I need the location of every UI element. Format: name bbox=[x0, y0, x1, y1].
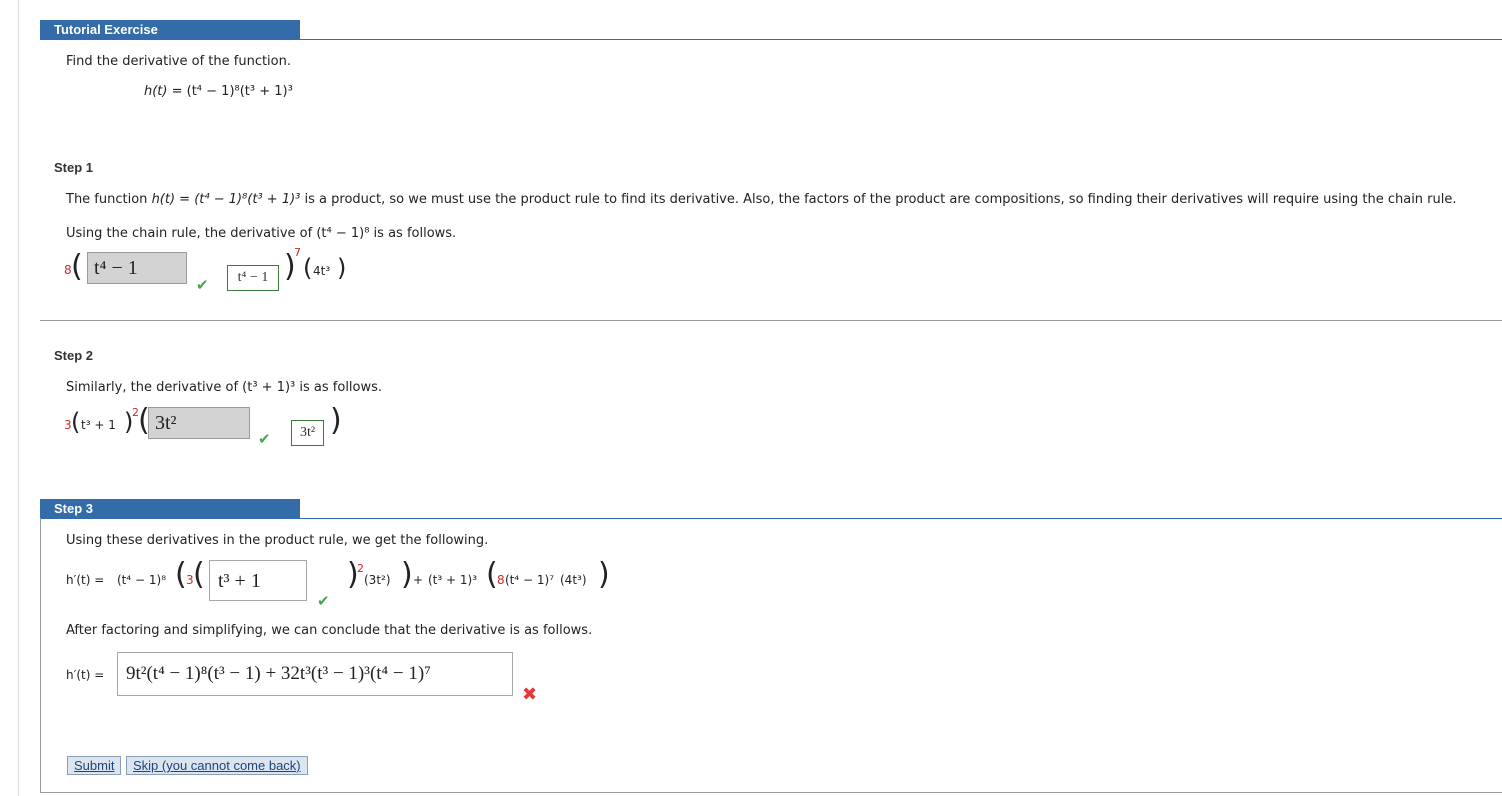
checkmark-icon: ✔ bbox=[258, 430, 271, 448]
step3-final-lhs: h′(t) = bbox=[66, 668, 105, 682]
step2-text-a: Similarly, the derivative of bbox=[66, 380, 243, 395]
step1-chain-text-b: is as follows. bbox=[369, 226, 457, 241]
step3-part-e: (4t³) bbox=[560, 573, 587, 587]
step1-description: The function h(t) = (t⁴ − 1)⁸(t³ + 1)³ i… bbox=[66, 192, 1457, 207]
step1-function: h(t) = (t⁴ − 1)⁸(t³ + 1)³ bbox=[151, 192, 301, 207]
function-lhs: h(t) = bbox=[144, 84, 187, 99]
step3-label: Step 3 bbox=[40, 499, 300, 519]
step3-exp2: 2 bbox=[357, 562, 364, 575]
step2-label: Step 2 bbox=[54, 348, 94, 363]
step1-chain-sentence: Using the chain rule, the derivative of … bbox=[66, 226, 456, 241]
step1-chain-expr: (t⁴ − 1)⁸ bbox=[316, 226, 370, 241]
submit-button[interactable]: Submit bbox=[67, 756, 122, 775]
step1-exponent: 7 bbox=[294, 246, 301, 259]
final-answer-input[interactable]: 9t²(t⁴ − 1)⁸(t³ − 1) + 32t³(t³ − 1)³(t⁴ … bbox=[117, 652, 513, 696]
step2-inner-open: ( bbox=[71, 408, 81, 436]
step1-separator bbox=[40, 320, 1502, 321]
step3-part-c: (t³ + 1)³ bbox=[428, 573, 478, 587]
step1-tail: 4t³ bbox=[313, 264, 331, 278]
step3-part-a: (t⁴ − 1)⁸ bbox=[117, 573, 167, 587]
step3-second-open: ( bbox=[486, 557, 498, 592]
step3-conclusion: After factoring and simplifying, we can … bbox=[66, 623, 593, 638]
step2-answer-input[interactable]: 3t² bbox=[148, 407, 250, 439]
step2-expr: (t³ + 1)³ bbox=[242, 380, 296, 395]
step2-close-paren: ) bbox=[330, 403, 342, 438]
step1-tail-close: ) bbox=[337, 254, 347, 282]
checkmark-icon: ✔ bbox=[196, 276, 209, 294]
step1-text-a: The function bbox=[66, 192, 152, 207]
step2-inner: t³ + 1 bbox=[81, 418, 116, 432]
step1-correct-answer: t⁴ − 1 bbox=[227, 265, 279, 291]
step3-plus: + bbox=[413, 573, 424, 587]
step1-answer-input[interactable]: t⁴ − 1 bbox=[87, 252, 187, 284]
tutorial-exercise-header: Tutorial Exercise bbox=[40, 20, 300, 40]
step1-label: Step 1 bbox=[54, 160, 94, 175]
step3-intro: Using these derivatives in the product r… bbox=[66, 533, 489, 548]
step2-text-b: is as follows. bbox=[295, 380, 383, 395]
checkmark-icon: ✔ bbox=[317, 592, 330, 610]
step1-tail-open: ( bbox=[303, 254, 313, 282]
step3-hprime-lhs: h′(t) = bbox=[66, 573, 105, 587]
step3-second-close: ) bbox=[598, 557, 610, 592]
step3-part-b: (3t²) bbox=[364, 573, 391, 587]
step1-chain-text-a: Using the chain rule, the derivative of bbox=[66, 226, 317, 241]
function-rhs: (t⁴ − 1)⁸(t³ + 1)³ bbox=[186, 84, 293, 99]
x-mark-icon: ✖ bbox=[522, 684, 538, 705]
step3-outer-open: ( bbox=[175, 557, 187, 592]
page-left-rule bbox=[18, 0, 19, 796]
step1-text-b: is a product, so we must use the product… bbox=[300, 192, 1457, 207]
step3-inner-open: ( bbox=[193, 557, 205, 592]
problem-instruction: Find the derivative of the function. bbox=[66, 54, 291, 69]
step3-answer-input[interactable]: t³ + 1 bbox=[209, 560, 307, 601]
step2-correct-answer: 3t² bbox=[291, 420, 324, 446]
step3-coef8: 8 bbox=[497, 573, 505, 587]
step1-open-paren: ( bbox=[71, 249, 83, 284]
step3-outer-close: ) bbox=[401, 557, 413, 592]
header-rule bbox=[40, 39, 1502, 40]
step2-description: Similarly, the derivative of (t³ + 1)³ i… bbox=[66, 380, 382, 395]
skip-button[interactable]: Skip (you cannot come back) bbox=[126, 756, 308, 775]
problem-function: h(t) = (t⁴ − 1)⁸(t³ + 1)³ bbox=[144, 84, 293, 99]
step3-part-d: (t⁴ − 1)⁷ bbox=[505, 573, 555, 587]
